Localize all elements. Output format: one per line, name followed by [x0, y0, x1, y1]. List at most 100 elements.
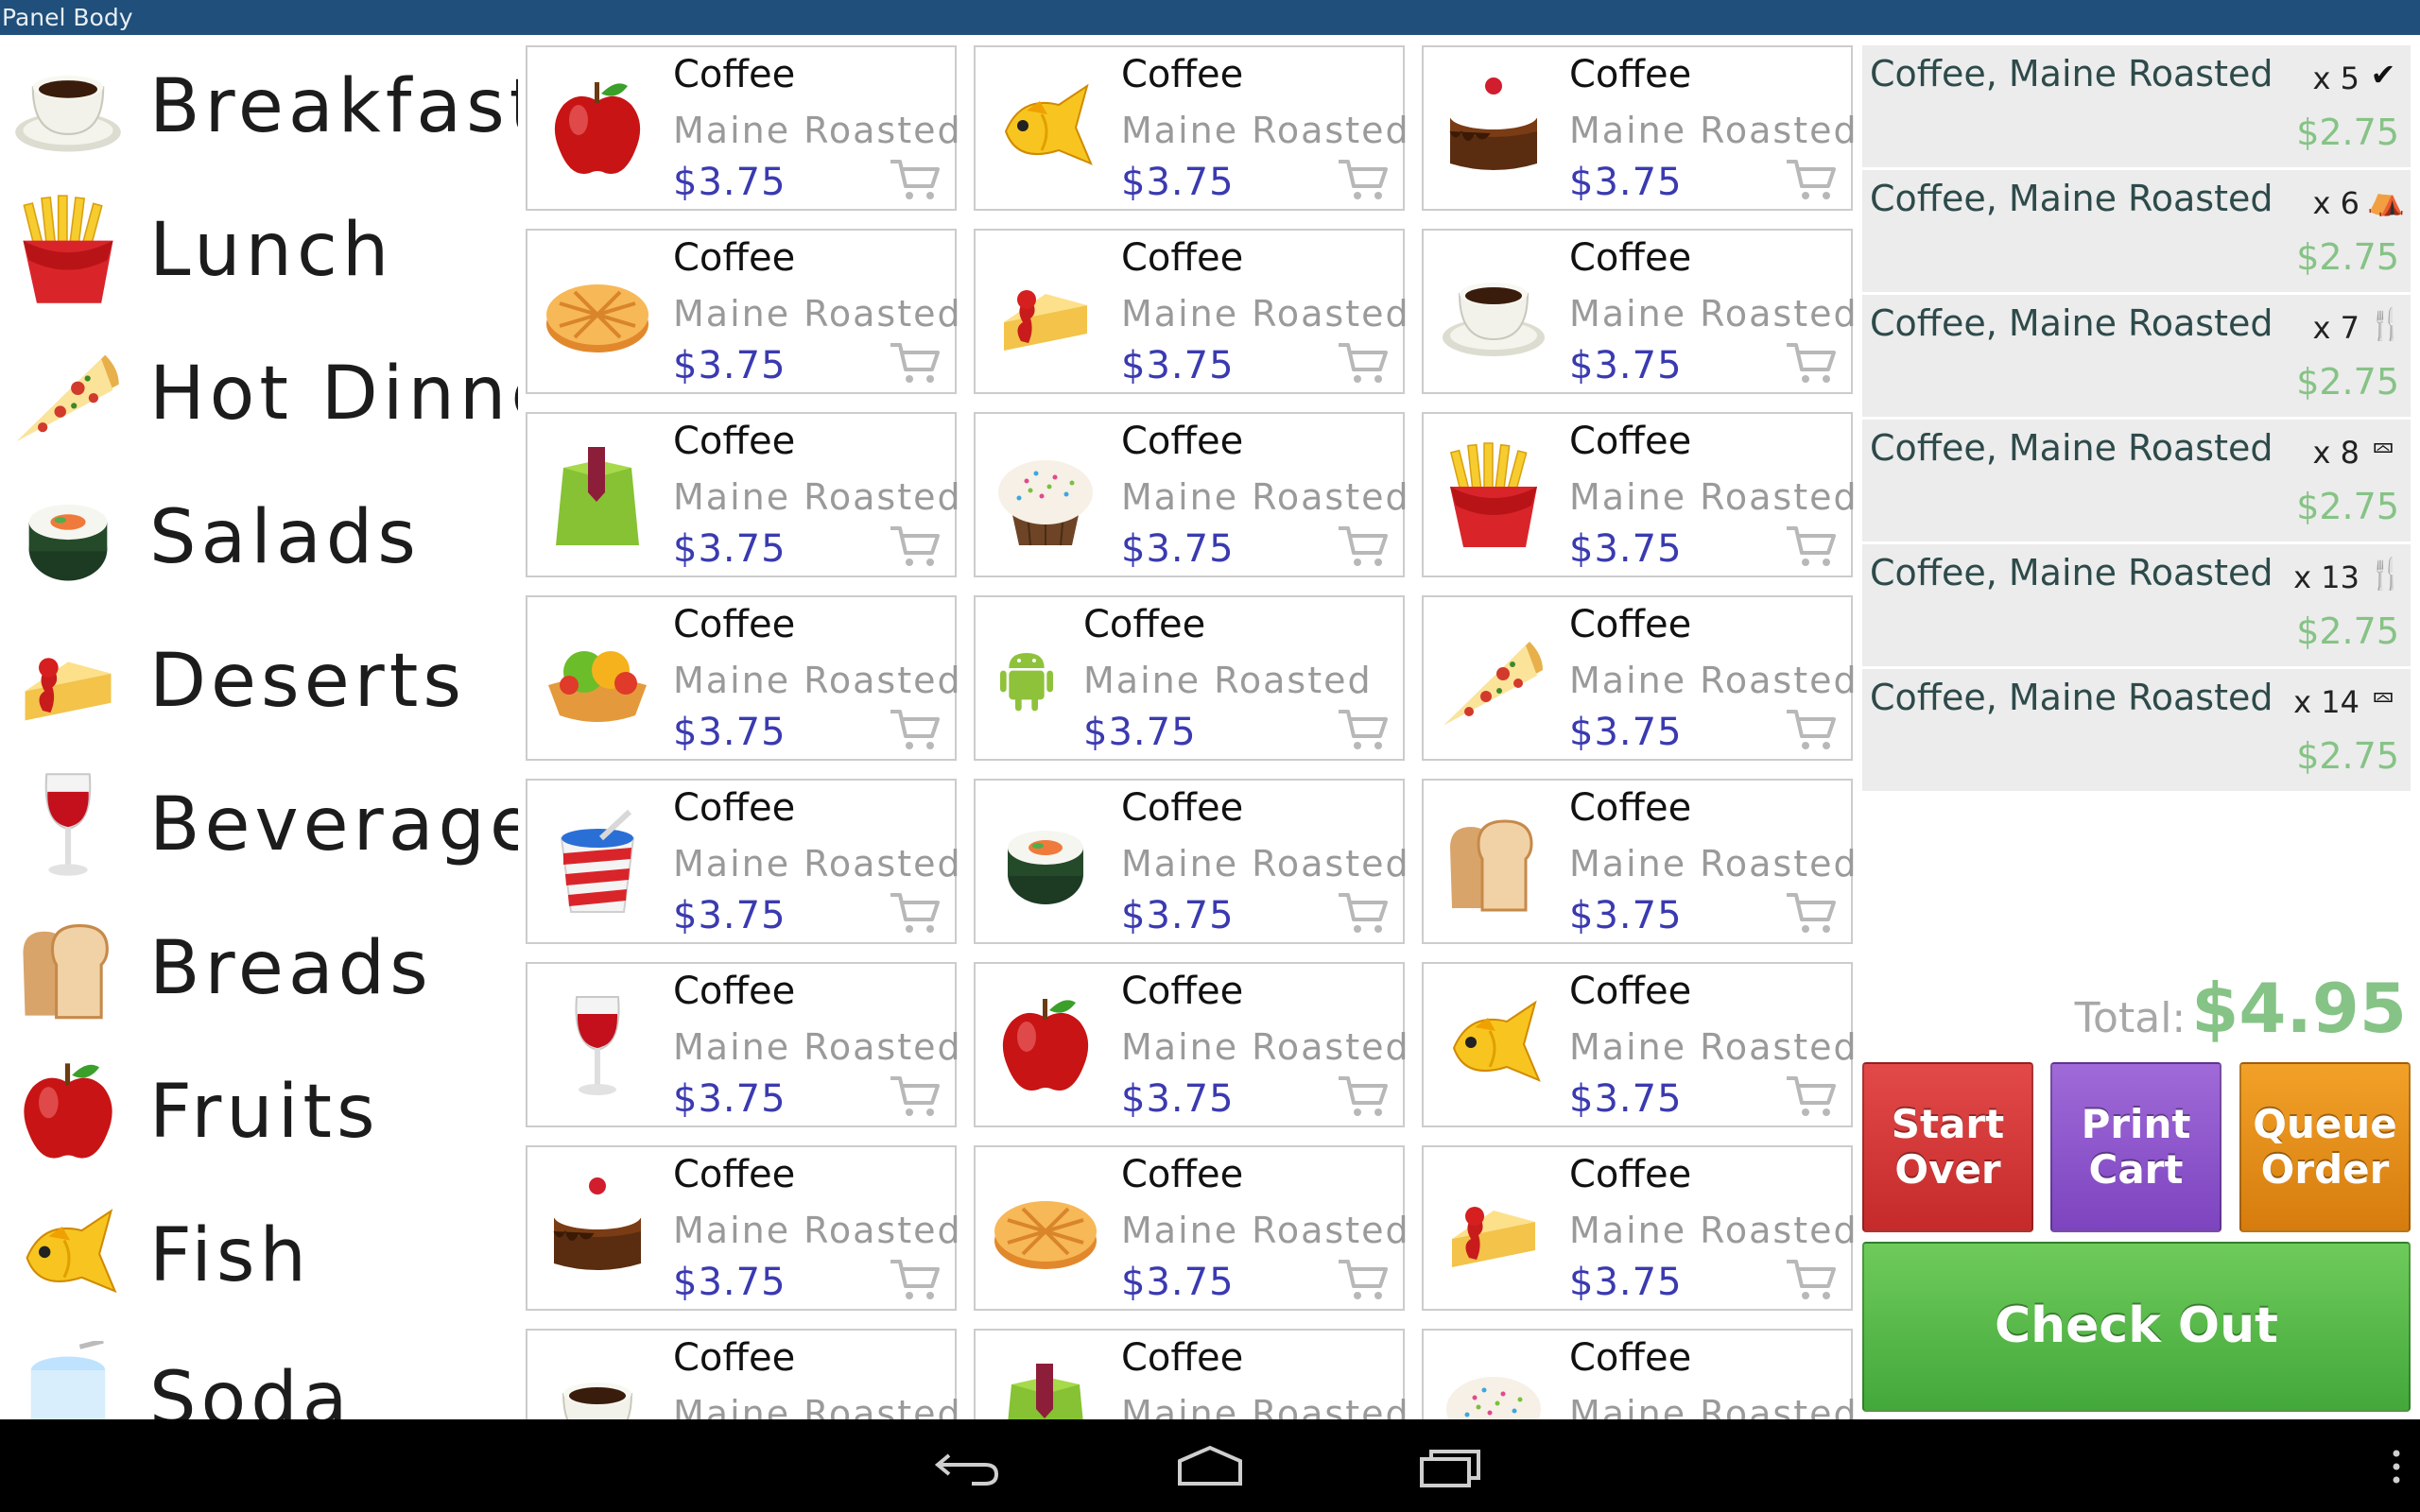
product-card[interactable]: CoffeeMaine Roasted$3.75 [1422, 1329, 1857, 1419]
product-card[interactable]: CoffeeMaine Roasted$3.75 [1422, 412, 1857, 577]
add-to-cart-icon[interactable] [1337, 889, 1390, 936]
product-price: $3.75 [673, 894, 786, 937]
fork-knife-icon: 🍴 [2367, 556, 2405, 592]
product-card[interactable]: CoffeeMaine Roasted$3.75 [974, 595, 1405, 761]
order-item[interactable]: Coffee, Maine Roasted x 7 🍴 $2.75 [1862, 295, 2411, 417]
product-card[interactable]: CoffeeMaine Roasted$3.75 [1422, 962, 1857, 1127]
fork-knife-icon: 🍴 [2367, 306, 2405, 342]
product-title: Coffee [1569, 786, 1692, 830]
category-item-soda[interactable]: Soda [0, 1328, 518, 1419]
product-title: Coffee [1569, 1336, 1692, 1380]
category-label: Beverages [149, 782, 518, 868]
add-to-cart-icon[interactable] [1337, 156, 1390, 203]
product-card[interactable]: CoffeeMaine Roasted$3.75 [526, 229, 960, 394]
product-card[interactable]: CoffeeMaine Roasted$3.75 [1422, 45, 1857, 211]
add-to-cart-icon[interactable] [889, 706, 942, 753]
product-title: Coffee [673, 1336, 796, 1380]
order-item[interactable]: Coffee, Maine Roasted x 6 ⛺ $2.75 [1862, 170, 2411, 292]
product-title: Coffee [1569, 236, 1692, 280]
home-icon[interactable] [1172, 1442, 1248, 1489]
order-item[interactable]: Coffee, Maine Roasted x 14 ⮹ $2.75 [1862, 669, 2411, 791]
product-price: $3.75 [673, 1261, 786, 1304]
category-item-fruits[interactable]: Fruits [0, 1040, 518, 1184]
category-item-fish[interactable]: Fish [0, 1184, 518, 1328]
category-item-salads[interactable]: Salads [0, 466, 518, 610]
add-to-cart-icon[interactable] [1785, 156, 1838, 203]
product-price: $3.75 [1121, 1261, 1235, 1304]
product-card[interactable]: CoffeeMaine Roasted$3.75 [1422, 229, 1857, 394]
product-price: $3.75 [1121, 894, 1235, 937]
product-card[interactable]: CoffeeMaine Roasted$3.75 [526, 962, 960, 1127]
apple-icon [541, 68, 654, 191]
order-item-price: $2.75 [2296, 610, 2399, 652]
order-item[interactable]: Coffee, Maine Roasted x 13 🍴 $2.75 [1862, 544, 2411, 666]
add-to-cart-icon[interactable] [889, 1256, 942, 1303]
add-to-cart-icon[interactable] [1785, 339, 1838, 387]
product-subtitle: Maine Roasted [1569, 843, 1858, 885]
add-to-cart-icon[interactable] [889, 339, 942, 387]
total-label: Total: [2074, 994, 2187, 1042]
add-to-cart-icon[interactable] [1337, 1256, 1390, 1303]
sushi-icon [989, 801, 1102, 924]
sushi-icon [9, 479, 127, 596]
product-card[interactable]: CoffeeMaine Roasted$3.75 [526, 412, 960, 577]
product-title: Coffee [1121, 786, 1244, 830]
serving-dish-icon: ⛺ [2367, 181, 2405, 217]
order-item[interactable]: Coffee, Maine Roasted x 8 ⮹ $2.75 [1862, 420, 2411, 541]
product-card[interactable]: CoffeeMaine Roasted$3.75 [526, 45, 960, 211]
add-to-cart-icon[interactable] [1337, 523, 1390, 570]
add-to-cart-icon[interactable] [889, 889, 942, 936]
recent-apps-icon[interactable] [1414, 1442, 1490, 1489]
product-subtitle: Maine Roasted [1569, 660, 1858, 701]
order-item[interactable]: Coffee, Maine Roasted x 5 ✔ $2.75 [1862, 45, 2411, 167]
add-to-cart-icon[interactable] [889, 523, 942, 570]
product-card[interactable]: CoffeeMaine Roasted$3.75 [526, 595, 960, 761]
product-card[interactable]: CoffeeMaine Roasted$3.75 [526, 1329, 960, 1419]
product-card[interactable]: CoffeeMaine Roasted$3.75 [974, 1145, 1409, 1311]
product-subtitle: Maine Roasted [673, 110, 962, 151]
category-item-hot-dinner[interactable]: Hot Dinner [0, 322, 518, 466]
product-card[interactable]: CoffeeMaine Roasted$3.75 [526, 1145, 960, 1311]
product-card[interactable]: CoffeeMaine Roasted$3.75 [974, 229, 1409, 394]
category-item-lunch[interactable]: Lunch [0, 179, 518, 322]
back-icon[interactable] [930, 1442, 1006, 1489]
product-price: $3.75 [1121, 161, 1235, 204]
coffee-cup-icon [9, 48, 127, 165]
overflow-menu-icon[interactable] [2390, 1448, 2403, 1486]
print-cart-button[interactable]: Print Cart [2050, 1062, 2221, 1232]
queue-order-button[interactable]: Queue Order [2239, 1062, 2411, 1232]
product-title: Coffee [1569, 603, 1692, 646]
product-card[interactable]: CoffeeMaine Roasted$3.75 [974, 45, 1409, 211]
category-item-deserts[interactable]: Deserts [0, 610, 518, 753]
product-card[interactable]: CoffeeMaine Roasted$3.75 [1422, 1145, 1857, 1311]
product-card[interactable]: CoffeeMaine Roasted$3.75 [526, 779, 960, 944]
fish-icon [1437, 985, 1550, 1108]
add-to-cart-icon[interactable] [1785, 706, 1838, 753]
product-card[interactable]: CoffeeMaine Roasted$3.75 [974, 412, 1409, 577]
cake-icon [1437, 68, 1550, 191]
start-over-button[interactable]: Start Over [1862, 1062, 2033, 1232]
product-card[interactable]: CoffeeMaine Roasted$3.75 [1422, 779, 1857, 944]
product-price: $3.75 [1121, 344, 1235, 387]
total-value: $4.95 [2191, 969, 2407, 1048]
add-to-cart-icon[interactable] [1785, 523, 1838, 570]
add-to-cart-icon[interactable] [1785, 1256, 1838, 1303]
add-to-cart-icon[interactable] [1337, 339, 1390, 387]
check-out-button[interactable]: Check Out [1862, 1242, 2411, 1412]
product-card[interactable]: CoffeeMaine Roasted$3.75 [974, 1329, 1409, 1419]
product-subtitle: Maine Roasted [1569, 110, 1858, 151]
add-to-cart-icon[interactable] [889, 1073, 942, 1120]
add-to-cart-icon[interactable] [1785, 1073, 1838, 1120]
product-card[interactable]: CoffeeMaine Roasted$3.75 [974, 962, 1409, 1127]
category-item-breads[interactable]: Breads [0, 897, 518, 1040]
category-item-breakfast[interactable]: Breakfast [0, 35, 518, 179]
add-to-cart-icon[interactable] [1337, 1073, 1390, 1120]
product-card[interactable]: CoffeeMaine Roasted$3.75 [1422, 595, 1857, 761]
add-to-cart-icon[interactable] [889, 156, 942, 203]
product-subtitle: Maine Roasted [1569, 1026, 1858, 1068]
product-card[interactable]: CoffeeMaine Roasted$3.75 [974, 779, 1409, 944]
product-title: Coffee [1569, 970, 1692, 1013]
add-to-cart-icon[interactable] [1337, 706, 1390, 753]
add-to-cart-icon[interactable] [1785, 889, 1838, 936]
category-item-beverages[interactable]: Beverages [0, 753, 518, 897]
